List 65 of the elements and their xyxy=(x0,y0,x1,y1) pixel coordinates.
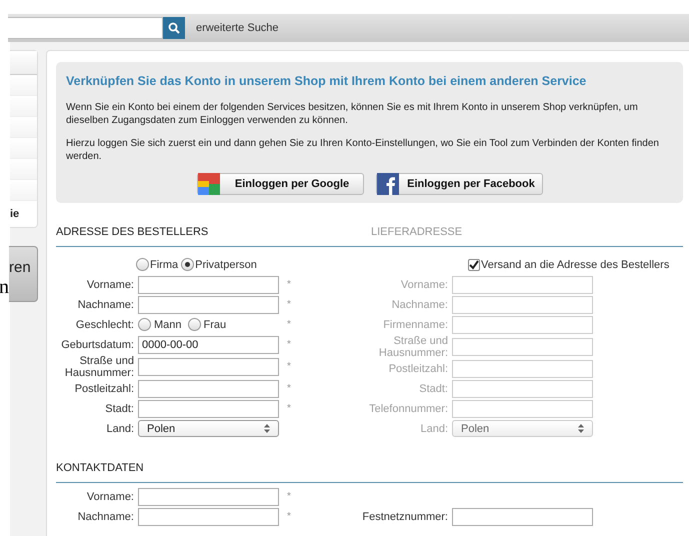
field-label: Festnetznummer: xyxy=(361,510,449,523)
option-label: Mann xyxy=(154,318,182,332)
field-label: Nachname: xyxy=(76,298,135,311)
field-label: Vorname: xyxy=(86,490,135,503)
sidebar-button[interactable]: ren xyxy=(9,246,38,302)
radio-button[interactable] xyxy=(188,318,201,332)
stepper-icon xyxy=(264,424,270,434)
field-label: Postleitzahl: xyxy=(388,362,449,375)
option-label: Frau xyxy=(204,318,226,332)
field-label: Vorname: xyxy=(86,278,135,291)
login-button[interactable]: Einloggen per Facebook xyxy=(376,172,542,195)
field-label: Telefonnummer: xyxy=(368,402,449,415)
field-label: Land: xyxy=(419,422,449,435)
option-label: Firma xyxy=(150,258,178,272)
field-label: Nachname: xyxy=(76,510,135,523)
input-field[interactable] xyxy=(452,508,593,526)
select-dropdown[interactable]: Polen xyxy=(138,420,279,438)
radio-button[interactable] xyxy=(181,258,194,272)
info-paragraph: Wenn Sie ein Konto bei einem der folgenden Services besitzen, können Sie es mit Ihrem Konto in unserem Shop verknüpfen, um dieselben Zugangsdaten zum Einloggen verwenden zu können. xyxy=(66,100,639,127)
input-field[interactable] xyxy=(138,276,279,294)
field-label: Vorname: xyxy=(400,278,449,291)
sidebar-tab[interactable] xyxy=(10,51,37,75)
required-mark: * xyxy=(287,402,291,416)
google-logo-icon xyxy=(198,172,220,195)
required-mark: * xyxy=(287,298,291,312)
field-label: Stadt: xyxy=(418,382,449,395)
required-mark: * xyxy=(287,510,291,524)
required-mark: * xyxy=(287,318,291,332)
field-label: Straße und Hausnummer: xyxy=(378,334,449,359)
search-icon xyxy=(168,22,180,34)
field-label: Geschlecht: xyxy=(74,318,135,331)
input-field[interactable] xyxy=(138,296,279,314)
section-heading: ADRESSE DES BESTELLERS xyxy=(56,226,208,238)
field-label: Firmenname: xyxy=(382,318,449,331)
checkbox-label: Versand an die Adresse des Bestellers xyxy=(481,258,670,272)
radio-button[interactable] xyxy=(138,318,151,332)
search-button[interactable] xyxy=(163,17,185,39)
field-label: Land: xyxy=(105,422,135,435)
field-label: Nachname: xyxy=(390,298,449,311)
field-label: Postleitzahl: xyxy=(74,382,135,395)
info-title: Verknüpfen Sie das Konto in unserem Shop mit Ihrem Konto bei einem anderen Service xyxy=(66,73,588,90)
stepper-icon xyxy=(578,424,584,434)
input-field[interactable] xyxy=(138,508,279,526)
info-paragraph: Hierzu loggen Sie sich zuerst ein und dann gehen Sie zu Ihren Konto-Einstellungen, wo Sie ein Tool zum Verbinden der Konten finden werden. xyxy=(66,136,660,163)
field-label: Geburtsdatum: xyxy=(60,338,135,351)
required-mark: * xyxy=(287,338,291,352)
required-mark: * xyxy=(287,360,291,374)
input-field[interactable] xyxy=(138,488,279,506)
facebook-logo-icon xyxy=(376,172,398,195)
field-label: Straße und Hausnummer: xyxy=(64,354,135,379)
radio-button[interactable] xyxy=(136,258,149,272)
section-heading: KONTAKTDATEN xyxy=(56,462,144,474)
required-mark: * xyxy=(287,490,291,504)
option-label: Privatperson xyxy=(195,258,257,272)
field-label: Stadt: xyxy=(104,402,135,415)
advanced-search-link[interactable]: erweiterte Suche xyxy=(196,20,279,36)
required-mark: * xyxy=(287,382,291,396)
input-field[interactable] xyxy=(138,358,279,376)
section-heading: LIEFERADRESSE xyxy=(371,226,462,238)
input-field[interactable] xyxy=(138,400,279,418)
required-mark: * xyxy=(287,278,291,292)
search-field[interactable] xyxy=(8,17,163,39)
input-field[interactable]: 0000-00-00 xyxy=(138,336,279,354)
input-field[interactable] xyxy=(138,380,279,398)
login-button[interactable]: Einloggen per Google xyxy=(196,172,364,195)
